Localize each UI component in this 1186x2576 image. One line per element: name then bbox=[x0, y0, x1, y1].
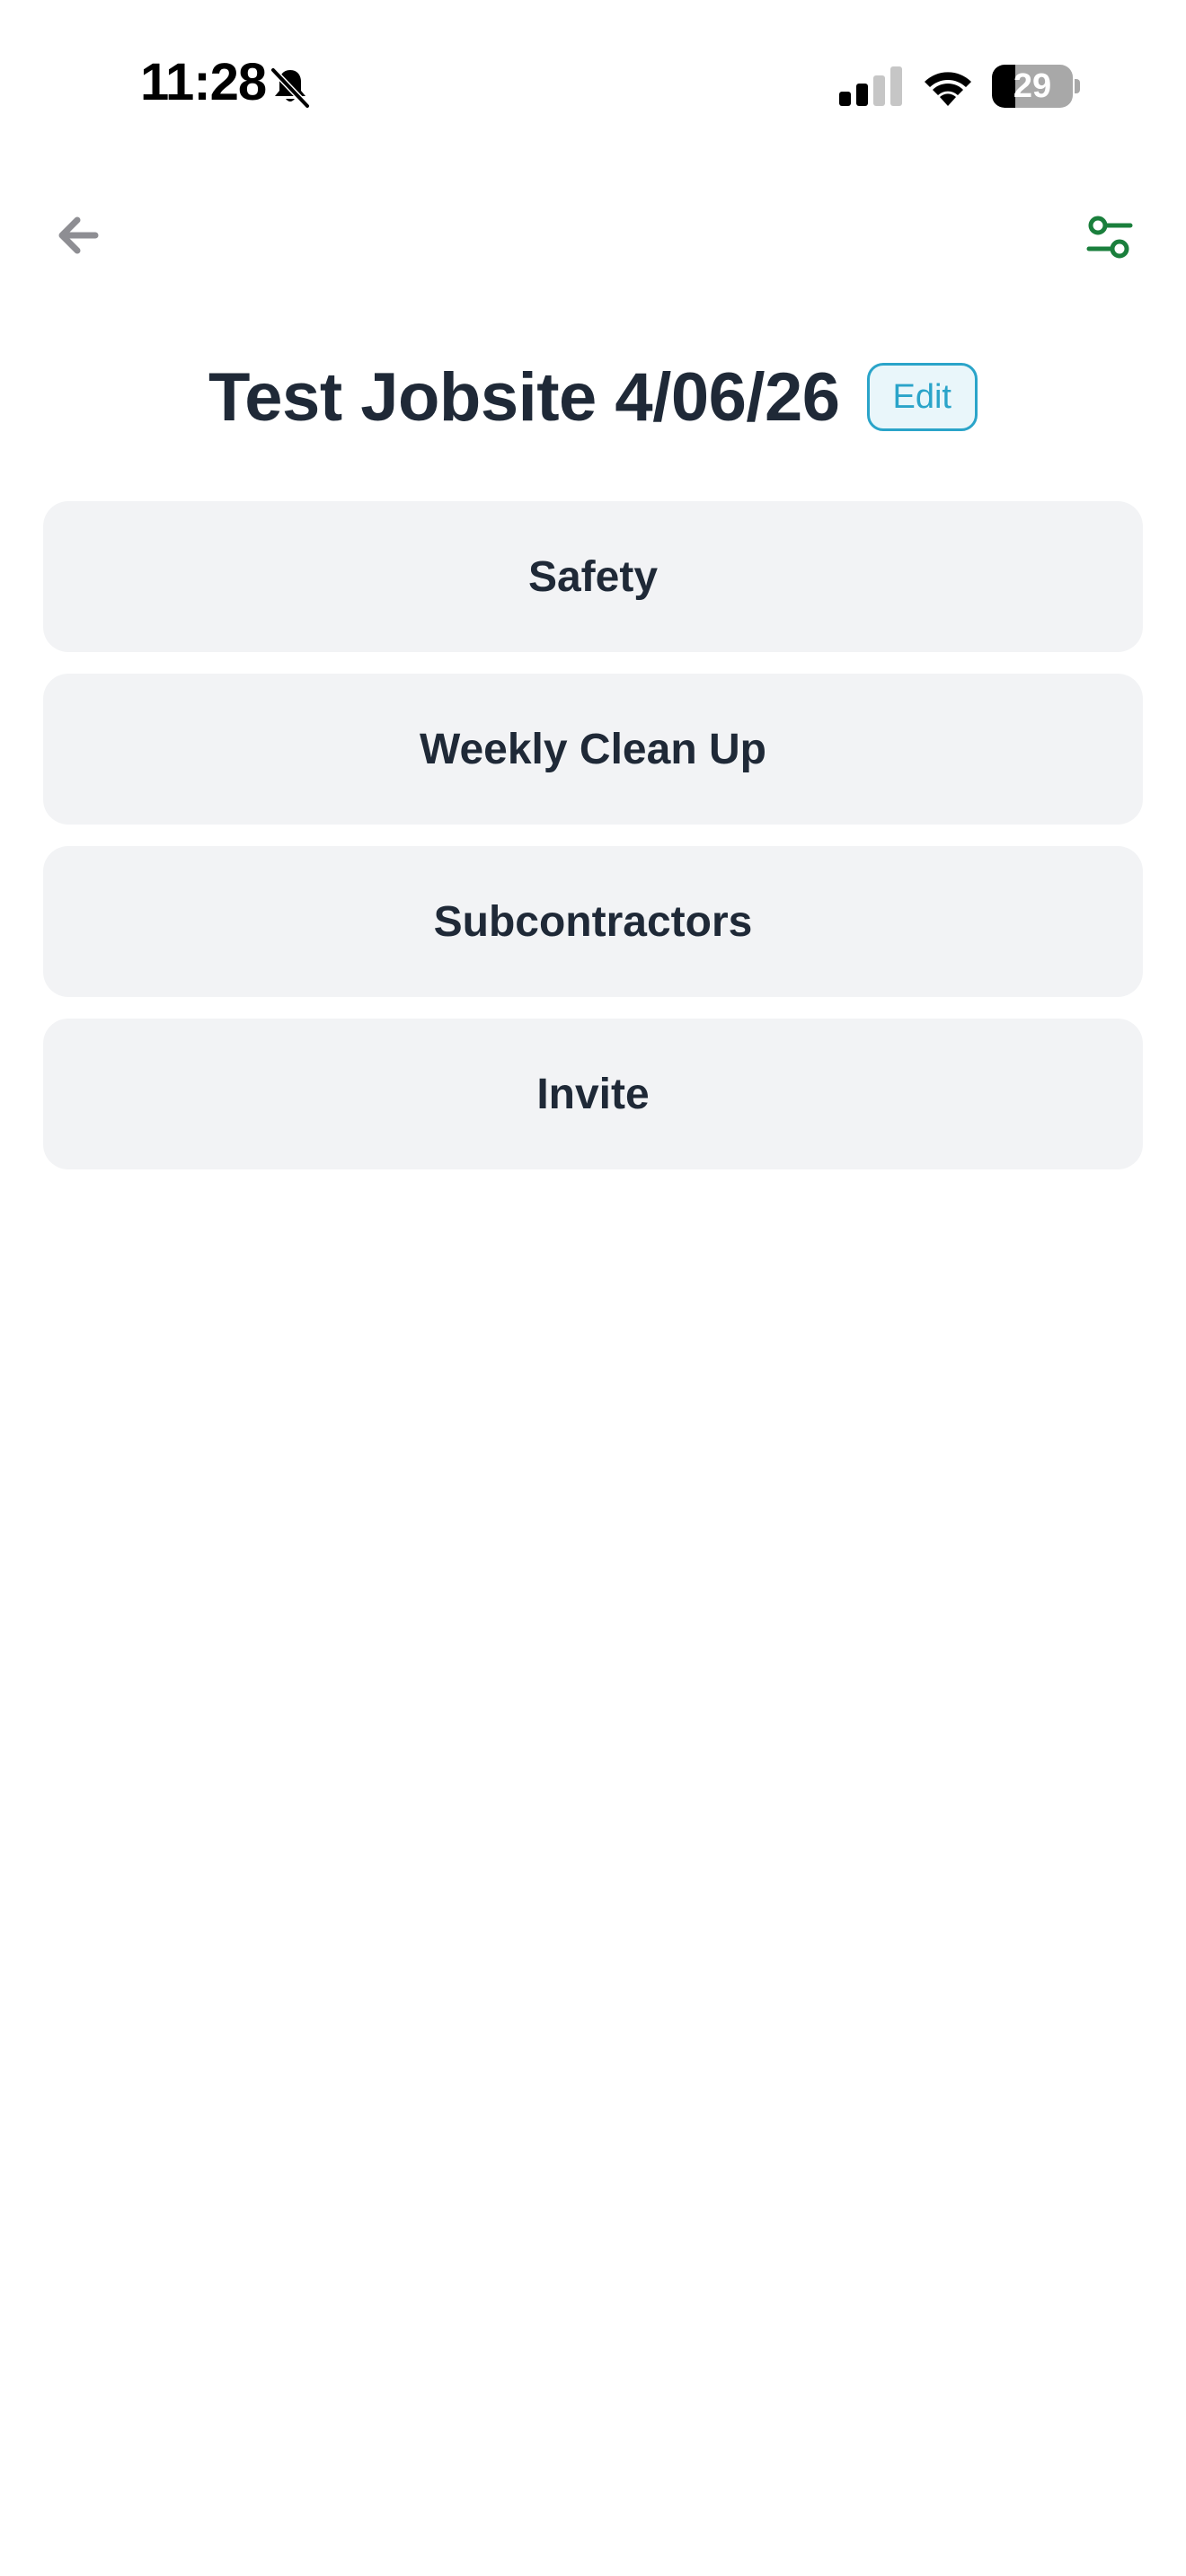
status-bar: 11:28 29 bbox=[0, 0, 1186, 171]
menu-item-weekly-clean-up[interactable]: Weekly Clean Up bbox=[43, 674, 1143, 825]
menu-item-label: Subcontractors bbox=[433, 897, 753, 946]
bell-slash-icon bbox=[268, 65, 313, 110]
menu-item-label: Invite bbox=[536, 1070, 650, 1118]
battery-level: 29 bbox=[1013, 67, 1052, 105]
status-time: 11:28 bbox=[140, 53, 267, 111]
wifi-icon bbox=[920, 65, 976, 108]
menu-list: Safety Weekly Clean Up Subcontractors In… bbox=[43, 501, 1143, 1191]
page-title: Test Jobsite 4/06/26 bbox=[208, 358, 840, 436]
menu-item-label: Weekly Clean Up bbox=[420, 725, 766, 773]
title-row: Test Jobsite 4/06/26 Edit bbox=[0, 352, 1186, 442]
arrow-left-icon bbox=[56, 216, 99, 260]
menu-item-safety[interactable]: Safety bbox=[43, 501, 1143, 652]
menu-item-subcontractors[interactable]: Subcontractors bbox=[43, 846, 1143, 997]
back-button[interactable] bbox=[43, 203, 111, 271]
sliders-icon bbox=[1085, 212, 1136, 267]
menu-item-invite[interactable]: Invite bbox=[43, 1019, 1143, 1169]
cellular-signal-icon bbox=[839, 66, 904, 106]
edit-button[interactable]: Edit bbox=[866, 363, 978, 431]
battery-icon: 29 bbox=[992, 65, 1073, 108]
menu-item-label: Safety bbox=[527, 552, 659, 601]
battery-nub bbox=[1075, 79, 1080, 93]
settings-button[interactable] bbox=[1075, 203, 1146, 275]
